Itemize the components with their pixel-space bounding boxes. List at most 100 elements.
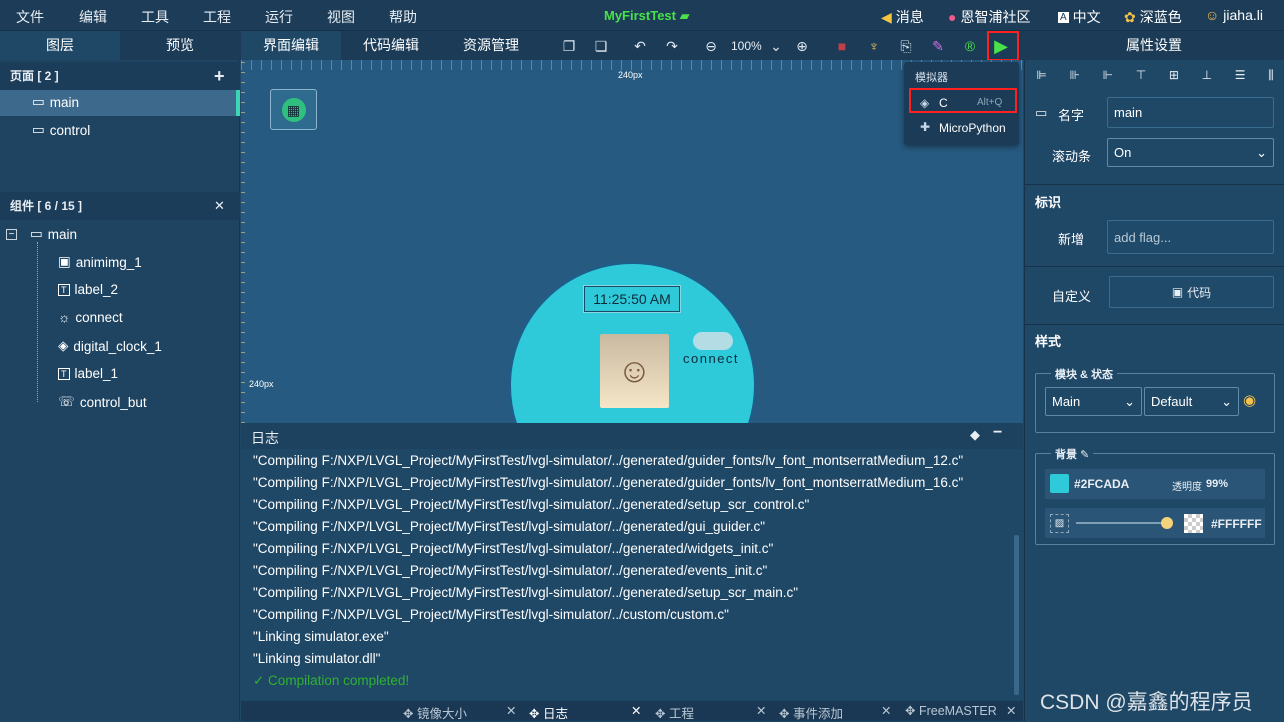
menu-project[interactable]: 工程 — [203, 7, 231, 27]
user-button[interactable]: ☺ jiaha.li — [1205, 7, 1263, 23]
language-button[interactable]: A 中文 — [1058, 7, 1101, 27]
divider — [1025, 266, 1284, 267]
tab-log[interactable]: ✥ 日志 — [529, 703, 568, 722]
page-item-label: control — [49, 122, 91, 138]
undo-icon[interactable]: ↶ — [630, 36, 650, 56]
bring-front-icon[interactable]: ❐ — [559, 36, 579, 56]
bg-image-slider-track[interactable] — [1076, 522, 1166, 524]
close-icon[interactable]: ✕ — [1006, 703, 1016, 718]
highlight-run-button — [987, 31, 1019, 61]
connect-led[interactable] — [693, 332, 733, 350]
menu-view[interactable]: 视图 — [327, 7, 355, 27]
tab-preview[interactable]: 预览 — [120, 31, 240, 60]
code-file-icon[interactable]: ⎘ — [896, 36, 916, 56]
eraser-icon[interactable]: ◆ — [970, 427, 980, 443]
tree-item-label1[interactable]: Tlabel_1 — [58, 366, 118, 381]
eye-icon[interactable]: ◉ — [1243, 391, 1256, 409]
left-panel: 页面 [ 2 ] + ▭ main ▭ control 组件 [ 6 / 15 ] … — [0, 60, 240, 721]
distribute-v-icon[interactable]: ⫼ — [1268, 68, 1274, 83]
expand-icon[interactable]: ✕ — [214, 198, 225, 214]
scrollbar-select[interactable]: On ⌄ — [1107, 138, 1274, 167]
palette-icon: ✿ — [1124, 8, 1136, 25]
tree-item-clock[interactable]: ◈ digital_clock_1 — [58, 338, 162, 354]
zoom-out-icon[interactable]: ⊖ — [701, 36, 721, 56]
animimg-sheep-image[interactable]: ☺ — [600, 334, 669, 408]
align-right-icon[interactable]: ⊩ — [1103, 68, 1113, 82]
close-icon[interactable]: ✕ — [506, 703, 516, 718]
text-icon: T — [58, 283, 70, 296]
tree-item-connect[interactable]: ☼ connect — [58, 310, 123, 325]
code-button[interactable]: ▣ 代码 — [1109, 276, 1274, 308]
broom-icon[interactable]: ♆ — [864, 36, 884, 56]
tree-root-main[interactable]: − ▭ main — [6, 226, 77, 242]
tab-ui-edit[interactable]: 界面编辑 — [241, 31, 341, 60]
tree-item-control-but[interactable]: ☏ control_but — [58, 394, 147, 410]
bg-image-slider-thumb[interactable] — [1161, 517, 1173, 529]
part-select[interactable]: Main ⌄ — [1045, 387, 1142, 416]
close-icon[interactable]: ✕ — [756, 703, 766, 718]
log-line: "Compiling F:/NXP/LVGL_Project/MyFirstTe… — [253, 453, 964, 468]
tree-item-label: connect — [75, 310, 123, 325]
tab-resources[interactable]: 资源管理 — [441, 31, 541, 60]
send-back-icon[interactable]: ❏ — [591, 36, 611, 56]
align-vcenter-icon[interactable]: ⊞ — [1169, 68, 1179, 82]
close-icon[interactable]: ✕ — [631, 703, 641, 718]
tab-event-add[interactable]: ✥ 事件添加 — [779, 703, 843, 722]
add-page-icon[interactable]: + — [214, 66, 225, 87]
tree-line — [37, 242, 38, 402]
tree-item-label2[interactable]: Tlabel_2 — [58, 282, 118, 297]
theme-button[interactable]: ✿ 深蓝色 — [1124, 7, 1182, 27]
tree-item-animimg[interactable]: ▣ animimg_1 — [58, 254, 142, 270]
page-item-control[interactable]: ▭ control — [32, 122, 90, 138]
bg-image-color-swatch[interactable] — [1184, 514, 1203, 533]
align-left-icon[interactable]: ⊫ — [1036, 68, 1046, 82]
add-flag-label: 新增 — [1058, 232, 1085, 247]
tree-item-label: animimg_1 — [75, 254, 142, 270]
user-label: jiaha.li — [1223, 7, 1263, 23]
log-scrollbar[interactable] — [1014, 535, 1019, 695]
tab-project[interactable]: ✥ 工程 — [655, 703, 694, 722]
page-item-main[interactable]: ▭ main — [32, 94, 79, 110]
tab-code-edit[interactable]: 代码编辑 — [341, 31, 441, 60]
align-toolbar: ⊫ ⊪ ⊩ ⊤ ⊞ ⊥ ☰ ⫼ — [1025, 60, 1284, 90]
zoom-in-icon[interactable]: ⊕ — [792, 36, 812, 56]
widget-palette-button[interactable]: ▦ — [270, 89, 317, 130]
messages-button[interactable]: ◀ 消息 — [881, 7, 924, 27]
tab-image-size[interactable]: ✥ 镜像大小 — [403, 703, 467, 722]
wrench-icon[interactable]: ✎ — [928, 36, 948, 56]
menu-run[interactable]: 运行 — [265, 7, 293, 27]
part-value: Main — [1052, 394, 1081, 409]
name-input[interactable]: main — [1107, 97, 1274, 128]
stop-icon[interactable]: ■ — [832, 36, 852, 56]
log-completed: ✓ Compilation completed! — [253, 673, 410, 688]
align-top-icon[interactable]: ⊤ — [1136, 68, 1146, 82]
align-bottom-icon[interactable]: ⊥ — [1202, 68, 1212, 82]
bg-color-swatch[interactable] — [1050, 474, 1069, 493]
chevron-down-icon[interactable]: ⌄ — [766, 36, 786, 56]
tab-layers[interactable]: 图层 — [0, 31, 120, 60]
image-placeholder-icon[interactable]: ▨ — [1050, 514, 1069, 533]
redo-icon[interactable]: ↷ — [662, 36, 682, 56]
community-button[interactable]: ● 恩智浦社区 — [948, 7, 1030, 27]
zoom-level[interactable]: 100% — [731, 39, 762, 53]
menu-tools[interactable]: 工具 — [141, 7, 169, 27]
digital-clock-widget[interactable]: 11:25:50 AM — [584, 286, 680, 312]
distribute-h-icon[interactable]: ☰ — [1235, 68, 1246, 82]
menu-help[interactable]: 帮助 — [389, 7, 417, 27]
align-hcenter-icon[interactable]: ⊪ — [1069, 68, 1079, 82]
menu-file[interactable]: 文件 — [16, 7, 44, 27]
register-icon[interactable]: ® — [960, 36, 980, 56]
menu-edit[interactable]: 编辑 — [79, 7, 107, 27]
add-flag-input[interactable]: add flag... — [1107, 220, 1274, 254]
tree-item-label: control_but — [79, 394, 147, 410]
close-icon[interactable]: ✕ — [881, 703, 891, 718]
tab-freemaster[interactable]: ✥ FreeMASTER — [905, 703, 997, 718]
simulator-micropython-option[interactable]: MicroPython — [939, 121, 1006, 135]
divider — [1025, 324, 1284, 325]
project-title-text: MyFirstTest — [604, 8, 676, 23]
minimize-icon[interactable]: − — [993, 424, 1002, 442]
speaker-icon: ◀ — [881, 8, 892, 25]
bg-color-value: #2FCADA — [1074, 477, 1130, 491]
ruler-left-label: 240px — [249, 379, 274, 389]
state-select[interactable]: Default ⌄ — [1144, 387, 1239, 416]
